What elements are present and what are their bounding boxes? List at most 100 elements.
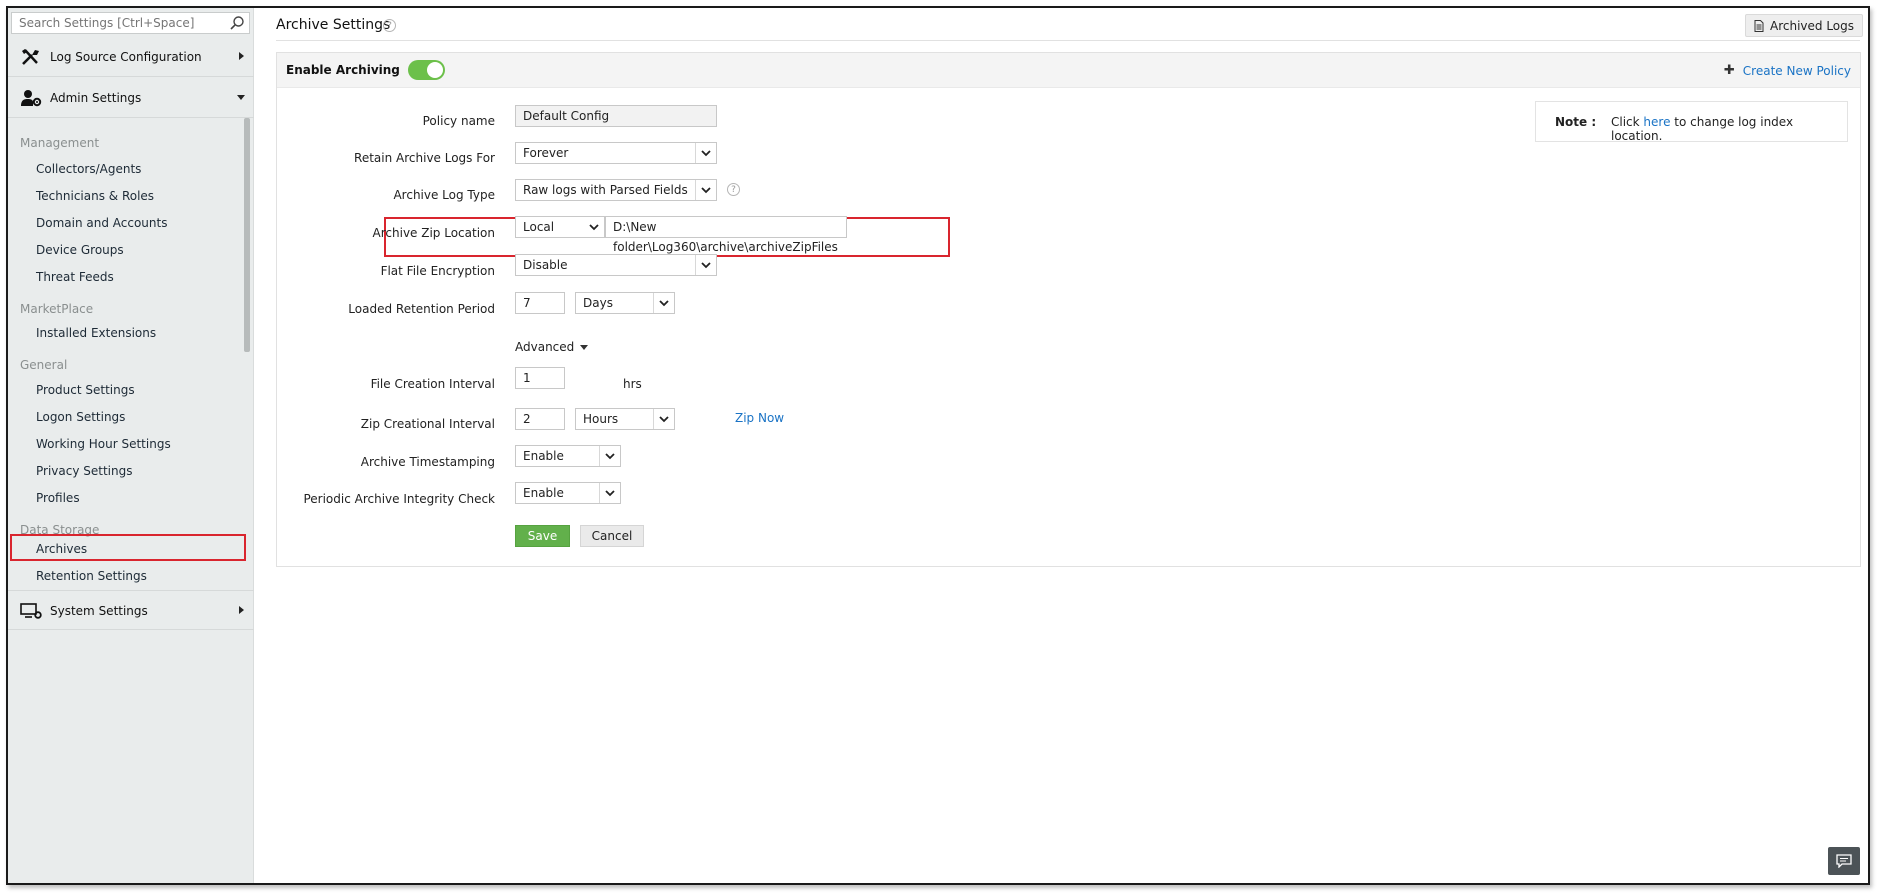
caret-down-icon	[237, 95, 245, 100]
section-label: Log Source Configuration	[50, 50, 202, 64]
caret-right-icon	[239, 606, 244, 614]
archive-zip-location-label: Archive Zip Location	[372, 226, 495, 240]
caret-down-icon	[580, 344, 589, 350]
sidebar-item-retention-settings[interactable]: Retention Settings	[36, 569, 147, 583]
admin-user-gear-icon	[21, 90, 42, 107]
sidebar-scrollbar[interactable]	[244, 118, 250, 352]
app-window: Log Source Configuration Admin Settings …	[6, 6, 1870, 885]
selected-value: Enable	[523, 449, 564, 463]
monitor-gear-icon	[20, 603, 42, 619]
chevron-down-icon	[583, 217, 604, 237]
sidebar-item-logon-settings[interactable]: Logon Settings	[36, 410, 125, 424]
advanced-label: Advanced	[515, 340, 575, 354]
retain-archive-logs-select[interactable]: Forever	[515, 142, 717, 164]
chevron-down-icon	[695, 143, 716, 163]
section-label: System Settings	[50, 604, 148, 618]
selected-value: Disable	[523, 258, 568, 272]
zip-creational-interval-field[interactable]: 2	[515, 408, 565, 430]
loaded-retention-value-field[interactable]: 7	[515, 292, 565, 314]
save-button[interactable]: Save	[515, 525, 570, 547]
archive-log-type-select[interactable]: Raw logs with Parsed Fields	[515, 179, 717, 201]
group-management: Management	[20, 136, 100, 150]
sidebar: Log Source Configuration Admin Settings …	[8, 8, 254, 883]
enable-archiving-toggle[interactable]	[408, 60, 445, 80]
zip-location-type-select[interactable]: Local	[515, 216, 605, 238]
toggle-knob	[427, 62, 443, 78]
note-here-link[interactable]: here	[1643, 115, 1670, 129]
create-new-policy-label: Create New Policy	[1742, 63, 1851, 78]
title-divider	[276, 40, 1860, 41]
loaded-retention-unit-select[interactable]: Days	[575, 292, 675, 314]
document-icon	[1754, 19, 1764, 32]
sidebar-item-installed-extensions[interactable]: Installed Extensions	[36, 326, 156, 340]
tools-icon	[22, 49, 39, 65]
archives-highlight-box	[10, 534, 246, 561]
sidebar-item-technicians-roles[interactable]: Technicians & Roles	[36, 189, 154, 203]
settings-search-box[interactable]	[11, 12, 250, 34]
flat-file-encryption-select[interactable]: Disable	[515, 254, 717, 276]
periodic-integrity-check-label: Periodic Archive Integrity Check	[303, 492, 495, 506]
sidebar-item-privacy-settings[interactable]: Privacy Settings	[36, 464, 132, 478]
selected-value: Days	[583, 296, 613, 310]
archive-timestamping-select[interactable]: Enable	[515, 445, 621, 467]
selected-value: Raw logs with Parsed Fields	[523, 183, 688, 197]
retain-archive-logs-label: Retain Archive Logs For	[354, 151, 495, 165]
plus-icon: ✚	[1723, 63, 1735, 78]
zip-now-link[interactable]: Zip Now	[735, 411, 784, 425]
archive-settings-card: Enable Archiving ✚ Create New Policy Not…	[276, 52, 1861, 567]
group-marketplace: MarketPlace	[20, 302, 94, 316]
selected-value: Local	[523, 220, 555, 234]
sidebar-item-collectors-agents[interactable]: Collectors/Agents	[36, 162, 141, 176]
note-prefix: Click	[1611, 115, 1640, 129]
search-icon[interactable]	[229, 15, 245, 31]
sidebar-item-product-settings[interactable]: Product Settings	[36, 383, 135, 397]
chat-bubble-icon	[1836, 854, 1852, 868]
advanced-toggle[interactable]: Advanced	[515, 340, 589, 354]
file-creation-interval-field[interactable]: 1	[515, 367, 565, 389]
loaded-retention-period-label: Loaded Retention Period	[348, 302, 495, 316]
selected-value: Enable	[523, 486, 564, 500]
archive-log-type-label: Archive Log Type	[393, 188, 495, 202]
main-content: Archive Settings ? Archived Logs Enable …	[268, 8, 1868, 883]
note-label: Note :	[1555, 115, 1597, 129]
section-label: Admin Settings	[50, 91, 142, 105]
chat-support-button[interactable]	[1828, 847, 1860, 875]
section-admin-settings[interactable]: Admin Settings	[8, 78, 254, 118]
file-creation-unit: hrs	[623, 377, 642, 391]
help-icon[interactable]: ?	[383, 19, 396, 32]
zip-location-path-field[interactable]: D:\New folder\Log360\archive\archiveZipF…	[605, 216, 847, 254]
file-creation-interval-label: File Creation Interval	[370, 377, 495, 391]
sidebar-item-domain-accounts[interactable]: Domain and Accounts	[36, 216, 167, 230]
chevron-down-icon	[599, 446, 620, 466]
caret-right-icon	[239, 52, 244, 60]
sidebar-item-working-hour-settings[interactable]: Working Hour Settings	[36, 437, 171, 451]
chevron-down-icon	[599, 483, 620, 503]
flat-file-encryption-label: Flat File Encryption	[380, 264, 495, 278]
create-new-policy-link[interactable]: ✚ Create New Policy	[1724, 63, 1851, 78]
log-type-help-icon[interactable]: ?	[727, 183, 740, 196]
chevron-down-icon	[653, 409, 674, 429]
zip-creational-interval-label: Zip Creational Interval	[360, 417, 495, 431]
archive-timestamping-label: Archive Timestamping	[360, 455, 495, 469]
section-log-source-configuration[interactable]: Log Source Configuration	[8, 37, 254, 77]
zip-creational-unit-select[interactable]: Hours	[575, 408, 675, 430]
card-header: Enable Archiving ✚ Create New Policy	[277, 53, 1860, 88]
page-title: Archive Settings	[276, 17, 391, 33]
note-text: Click here to change log index location.	[1611, 115, 1847, 143]
settings-search-input[interactable]	[12, 13, 222, 33]
policy-name-label: Policy name	[422, 114, 495, 128]
sidebar-item-profiles[interactable]: Profiles	[36, 491, 80, 505]
archived-logs-button[interactable]: Archived Logs	[1745, 14, 1863, 37]
sidebar-item-device-groups[interactable]: Device Groups	[36, 243, 124, 257]
cancel-button[interactable]: Cancel	[580, 525, 644, 547]
chevron-down-icon	[653, 293, 674, 313]
sidebar-item-threat-feeds[interactable]: Threat Feeds	[36, 270, 114, 284]
note-box: Note : Click here to change log index lo…	[1535, 101, 1848, 143]
section-system-settings[interactable]: System Settings	[8, 590, 254, 630]
enable-archiving-label: Enable Archiving	[286, 63, 400, 77]
archived-logs-label: Archived Logs	[1769, 18, 1855, 33]
periodic-integrity-check-select[interactable]: Enable	[515, 482, 621, 504]
selected-value: Hours	[583, 412, 619, 426]
policy-name-field[interactable]: Default Config	[515, 105, 717, 127]
group-general: General	[20, 358, 68, 372]
